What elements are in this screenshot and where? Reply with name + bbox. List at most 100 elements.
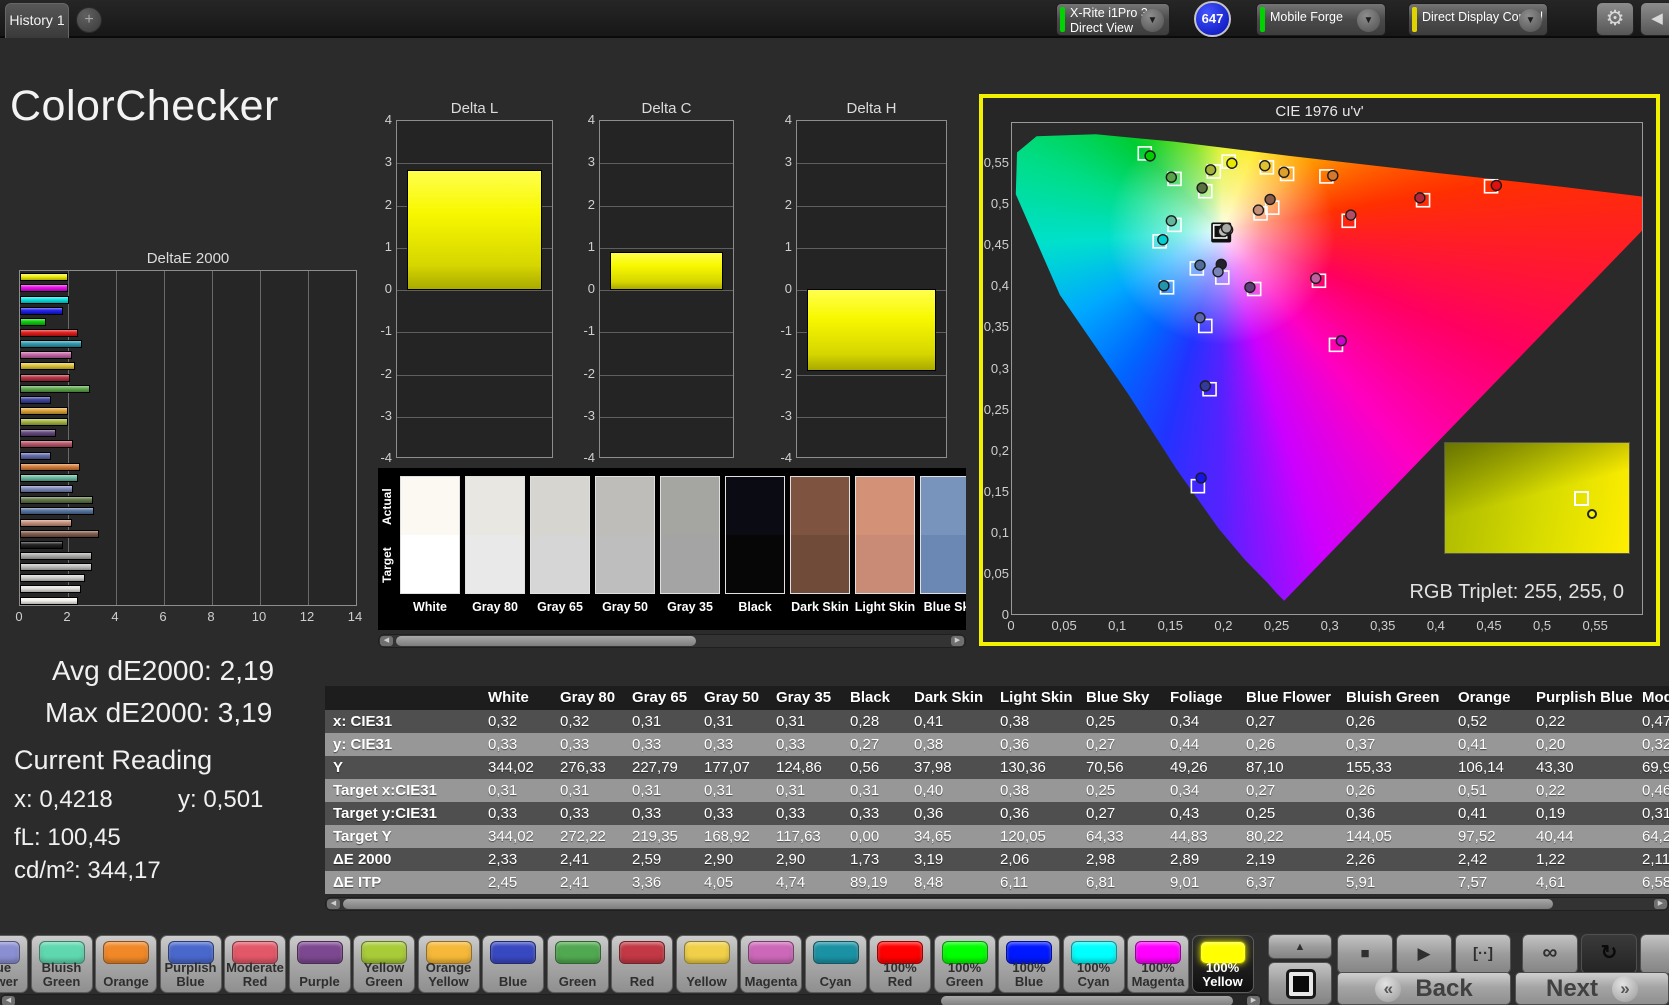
table-cell: 2,98 — [1078, 848, 1162, 871]
back-button[interactable]: « Back — [1337, 972, 1511, 1005]
swatch-strip-scrollbar[interactable]: ◀ ▶ — [378, 634, 966, 648]
swatch-dark-skin — [790, 476, 850, 594]
patch-label: 100% Magenta — [1129, 960, 1187, 989]
scrollbar-thumb[interactable] — [396, 636, 696, 646]
display-control-dropdown[interactable]: Direct Display Control ▼ — [1408, 3, 1548, 36]
patch-button-green[interactable]: Green — [547, 935, 609, 993]
scroll-right-icon[interactable]: ▶ — [1247, 996, 1260, 1005]
column-header: Gray 50 — [696, 686, 768, 710]
de2000-bar-yellow-green — [20, 418, 68, 426]
y-tick-label: 0 — [770, 281, 792, 296]
stop-button[interactable]: ■ — [1337, 934, 1393, 974]
gridline — [260, 271, 261, 605]
patch-button-orange-yellow[interactable]: Orange Yellow — [418, 935, 480, 993]
table-cell: 9,01 — [1162, 871, 1238, 894]
swatch-row-label: Target — [380, 538, 396, 592]
cie-x-tick-label: 0,45 — [1476, 618, 1501, 633]
patch-button-100-blue[interactable]: 100% Blue — [998, 935, 1060, 993]
column-header: Gray 80 — [552, 686, 624, 710]
patch-button-yellow[interactable]: Yellow — [676, 935, 738, 993]
add-tab-button[interactable]: + — [76, 7, 102, 33]
cie-x-tick-label: 0,55 — [1583, 618, 1608, 633]
meter-dropdown[interactable]: X-Rite i1Pro 3 Direct View ▼ — [1056, 3, 1170, 36]
avg-de2000-readout: Avg dE2000: 2,19 — [52, 655, 274, 687]
scroll-up-button[interactable]: ▲ — [1268, 934, 1332, 959]
extra-transport-button[interactable] — [1640, 934, 1669, 974]
patch-button-100-yellow[interactable]: 100% Yellow — [1192, 935, 1254, 993]
y-tick-label: -2 — [370, 366, 392, 381]
current-reading-label: Current Reading — [14, 745, 212, 776]
cie-y-tick-label: 0 — [983, 607, 1009, 622]
table-cell: 0,31 — [842, 779, 906, 802]
row-label: Target x:CIE31 — [325, 779, 480, 802]
settings-button[interactable]: ⚙ — [1596, 2, 1634, 36]
patch-button-100-magenta[interactable]: 100% Magenta — [1127, 935, 1189, 993]
scroll-right-icon[interactable]: ▶ — [1654, 899, 1667, 909]
patch-button-blue[interactable]: Blue — [482, 935, 544, 993]
scroll-left-icon[interactable]: ◀ — [2, 996, 15, 1005]
cie-x-tick-label: 0,3 — [1321, 618, 1339, 633]
scrollbar-thumb[interactable] — [941, 996, 1233, 1005]
de2000-bar-100-green — [20, 318, 46, 326]
collapse-panel-button[interactable]: ◀ — [1640, 2, 1669, 36]
pattern-window-button[interactable] — [1268, 962, 1332, 1005]
y-tick-label: -1 — [370, 323, 392, 338]
patch-list-scrollbar[interactable]: ◀ ▶ — [0, 994, 1262, 1005]
measure-series-icon: [··] — [1473, 945, 1493, 962]
cie-1976-panel[interactable]: CIE 1976 u'v' White / GraysGray 80Gray 6… — [979, 94, 1660, 646]
table-scrollbar[interactable]: ◀ ▶ — [325, 897, 1669, 911]
patch-button-moderate-red[interactable]: Moderate Red — [224, 935, 286, 993]
chevron-down-icon: ▼ — [1519, 9, 1542, 32]
x-tick-label: 6 — [159, 609, 166, 624]
patch-button-magenta[interactable]: Magenta — [740, 935, 802, 993]
measure-series-button[interactable]: [··] — [1455, 934, 1511, 974]
y-tick-label: -2 — [770, 366, 792, 381]
meter-count-badge[interactable]: 647 — [1194, 1, 1231, 37]
tab-history-1[interactable]: History 1 — [5, 3, 69, 38]
measurement-table: WhiteGray 80Gray 65Gray 50Gray 35BlackDa… — [325, 686, 1669, 894]
patch-button-orange[interactable]: Orange — [95, 935, 157, 993]
cie-measured-marker: Green — [1166, 172, 1176, 182]
continuous-measure-button[interactable]: ∞ — [1522, 934, 1578, 974]
refresh-measure-button[interactable]: ↻ — [1581, 934, 1637, 974]
swatch-name: Gray 50 — [590, 600, 660, 614]
row-label: y: CIE31 — [325, 733, 480, 756]
column-header: Gray 35 — [768, 686, 842, 710]
scrollbar-thumb[interactable] — [343, 899, 1553, 909]
y-tick-label: 2 — [370, 197, 392, 212]
patch-label: 100% Green — [936, 960, 994, 989]
table-cell: 124,86 — [768, 756, 842, 779]
cie-y-tick-label: 0,3 — [983, 361, 1009, 376]
table-cell: 0,33 — [480, 802, 552, 825]
y-tick-label: 0 — [573, 281, 595, 296]
patch-button-100-red[interactable]: 100% Red — [869, 935, 931, 993]
next-button[interactable]: Next » — [1515, 972, 1669, 1005]
swatch-light-skin — [855, 476, 915, 594]
cie-measured-marker: Cyan — [1159, 281, 1169, 291]
patch-button-purple[interactable]: Purple — [289, 935, 351, 993]
patch-button-yellow-green[interactable]: Yellow Green — [353, 935, 415, 993]
scroll-left-icon[interactable]: ◀ — [380, 636, 393, 646]
column-header: Foliage — [1162, 686, 1238, 710]
table-cell: 1,22 — [1528, 848, 1634, 871]
chevron-left-icon: ◀ — [1651, 10, 1663, 27]
scroll-right-icon[interactable]: ▶ — [951, 636, 964, 646]
play-button[interactable]: ▶ — [1396, 934, 1452, 974]
table-cell: 0,32 — [1634, 733, 1669, 756]
patch-button-100-cyan[interactable]: 100% Cyan — [1063, 935, 1125, 993]
patch-button-red[interactable]: Red — [611, 935, 673, 993]
patch-button-purplish-blue[interactable]: Purplish Blue — [160, 935, 222, 993]
target-marker-icon — [1574, 491, 1589, 506]
de2000-bar-blue-flower — [20, 485, 73, 493]
table-cell: 0,27 — [1078, 733, 1162, 756]
scroll-left-icon[interactable]: ◀ — [327, 899, 340, 909]
deltae2000-chart: DeltaE 2000 02468101214 — [19, 250, 357, 629]
patch-button-cyan[interactable]: Cyan — [805, 935, 867, 993]
table-cell: 0,27 — [1238, 779, 1338, 802]
patch-button-100-green[interactable]: 100% Green — [934, 935, 996, 993]
table-cell: 0,31 — [1634, 802, 1669, 825]
patch-button-blue-flower[interactable]: Blue Flower — [0, 935, 28, 993]
patch-button-bluish-green[interactable]: Bluish Green — [31, 935, 93, 993]
source-dropdown[interactable]: Mobile Forge ▼ — [1256, 3, 1386, 36]
table-cell: 40,44 — [1528, 825, 1634, 848]
